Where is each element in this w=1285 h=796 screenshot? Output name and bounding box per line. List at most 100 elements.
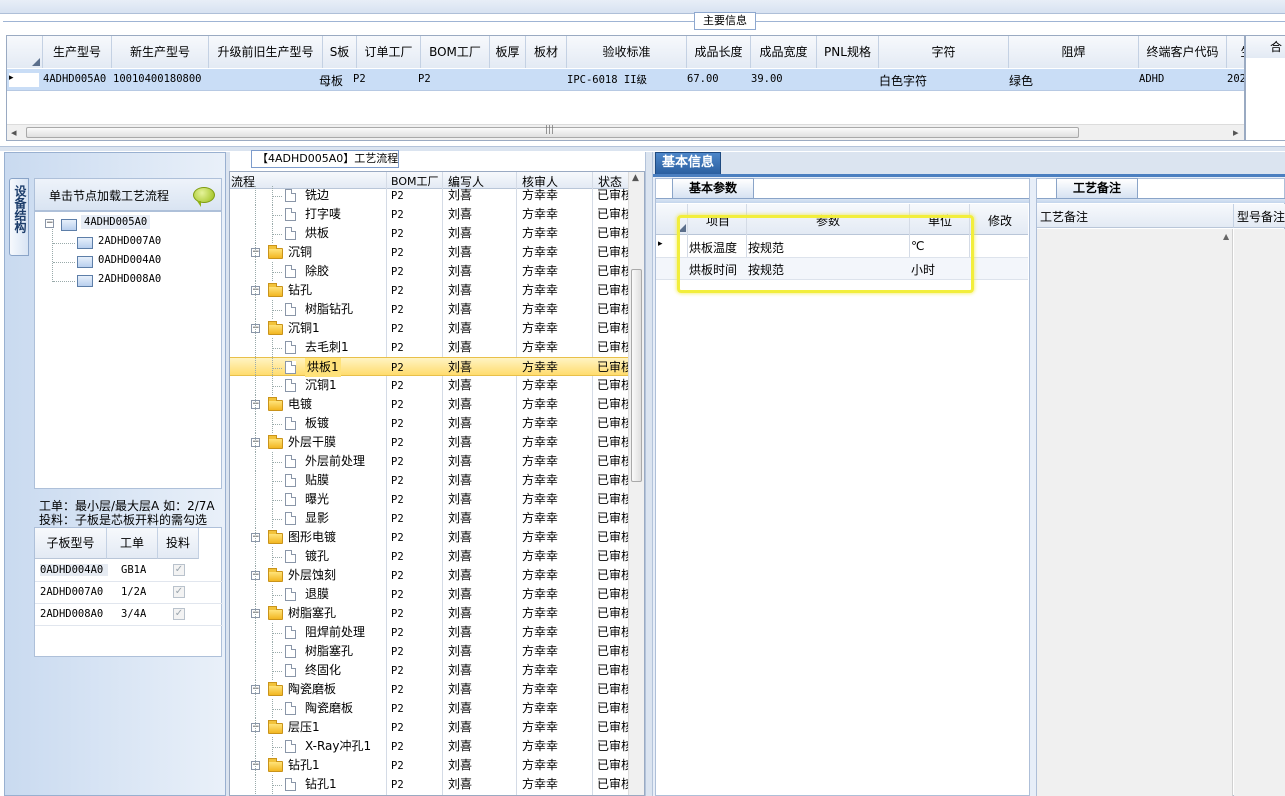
flow-writer[interactable]: 刘喜 <box>448 262 472 281</box>
col-header[interactable]: PNL规格 <box>817 36 879 68</box>
tab-basic-info[interactable]: 基本信息 <box>655 152 721 174</box>
tab-process-remarks[interactable]: 工艺备注 <box>1056 178 1138 198</box>
flow-name[interactable]: 阻焊前处理 <box>305 623 365 642</box>
cell[interactable]: P2 <box>353 73 403 85</box>
flow-bom[interactable]: P2 <box>391 681 404 700</box>
feed-checkbox[interactable]: ✓ <box>173 564 185 576</box>
flow-step-row[interactable]: 外层前处理 P2 刘喜 方幸幸 已审核 <box>230 452 642 471</box>
flow-status[interactable]: 已审核 <box>597 528 628 547</box>
flow-name[interactable]: 树脂塞孔 <box>305 642 353 661</box>
flow-name[interactable]: 层压1 <box>288 718 320 737</box>
flow-step-row[interactable]: 终固化 P2 刘喜 方幸幸 已审核 <box>230 661 642 680</box>
flow-step-row[interactable]: 烘板 P2 刘喜 方幸幸 已审核 <box>230 224 642 243</box>
flow-step-row[interactable]: 曝光 P2 刘喜 方幸幸 已审核 <box>230 490 642 509</box>
flow-bom[interactable]: P2 <box>391 757 404 776</box>
flow-group-row[interactable]: −图形电镀P2刘喜方幸幸已审核 <box>230 528 642 547</box>
flow-reviewer[interactable]: 方幸幸 <box>522 433 558 452</box>
col-header[interactable]: 工艺备注 <box>1040 208 1088 225</box>
flow-step-row[interactable]: 树脂塞孔 P2 刘喜 方幸幸 已审核 <box>230 642 642 661</box>
flow-reviewer[interactable]: 方幸幸 <box>522 262 558 281</box>
tree-collapse-icon[interactable]: − <box>45 219 54 228</box>
flow-bom[interactable]: P2 <box>391 434 404 453</box>
flow-group-row[interactable]: −钻孔P2刘喜方幸幸已审核 <box>230 281 642 300</box>
flow-step-row[interactable]: 打字唛 P2 刘喜 方幸幸 已审核 <box>230 205 642 224</box>
flow-group-row[interactable]: −陶瓷磨板P2刘喜方幸幸已审核 <box>230 680 642 699</box>
cell[interactable]: P2 <box>418 73 468 85</box>
flow-step-row[interactable]: 除胶 P2 刘喜 方幸幸 已审核 <box>230 262 642 281</box>
flow-bom[interactable]: P2 <box>391 339 404 358</box>
flow-writer[interactable]: 刘喜 <box>448 186 472 205</box>
flow-name[interactable]: 去毛刺1 <box>305 338 349 357</box>
flow-step-row[interactable]: 沉铜1 P2 刘喜 方幸幸 已审核 <box>230 376 642 395</box>
flow-bom[interactable]: P2 <box>391 301 404 320</box>
flow-group-row[interactable]: −外层蚀刻P2刘喜方幸幸已审核 <box>230 566 642 585</box>
flow-reviewer[interactable]: 方幸幸 <box>522 376 558 395</box>
flow-status[interactable]: 已审核 <box>597 680 628 699</box>
flow-writer[interactable]: 刘喜 <box>448 566 472 585</box>
scrollbar-thumb[interactable]: ||| <box>26 125 1079 138</box>
flow-name[interactable]: 外层干膜 <box>288 433 336 452</box>
flow-bom[interactable]: P2 <box>391 738 404 757</box>
flow-writer[interactable]: 刘喜 <box>448 224 472 243</box>
flow-writer[interactable]: 刘喜 <box>448 452 472 471</box>
grid-row-selected[interactable]: ▸ 4ADHD005A0 10010400180800 母板 P2 P2 IPC… <box>7 69 1244 91</box>
flow-status[interactable]: 已审核 <box>597 471 628 490</box>
flow-bom[interactable]: P2 <box>391 377 404 396</box>
flow-reviewer[interactable]: 方幸幸 <box>522 414 558 433</box>
flow-bom[interactable]: P2 <box>391 472 404 491</box>
cell[interactable]: 绿色 <box>1009 72 1139 89</box>
col-header[interactable]: 字符 <box>879 36 1009 68</box>
cell[interactable]: 39.00 <box>751 73 817 85</box>
flow-reviewer[interactable]: 方幸幸 <box>522 471 558 490</box>
flow-writer[interactable]: 刘喜 <box>448 680 472 699</box>
scroll-left-icon[interactable]: ◂ <box>11 126 23 139</box>
flow-writer[interactable]: 刘喜 <box>448 547 472 566</box>
table-row[interactable]: 2ADHD008A0 3/4A ✓ <box>35 604 223 626</box>
col-header[interactable]: 成品长度 <box>687 36 751 68</box>
flow-reviewer[interactable]: 方幸幸 <box>522 186 558 205</box>
flow-step-row[interactable]: 钻孔1 P2 刘喜 方幸幸 已审核 <box>230 775 642 794</box>
vertical-splitter[interactable] <box>645 152 653 796</box>
flow-status[interactable]: 已审核 <box>597 642 628 661</box>
flow-writer[interactable]: 刘喜 <box>448 756 472 775</box>
flow-name[interactable]: 除胶 <box>305 262 329 281</box>
flow-name[interactable]: 树脂塞孔 <box>288 604 336 623</box>
col-header[interactable]: 子板型号 <box>35 528 107 559</box>
flow-status[interactable]: 已审核 <box>597 718 628 737</box>
flow-status[interactable]: 已审核 <box>597 585 628 604</box>
flow-writer[interactable]: 刘喜 <box>448 414 472 433</box>
model-remarks-textarea[interactable] <box>1234 229 1285 796</box>
flow-status[interactable]: 已审核 <box>597 376 628 395</box>
scroll-right-icon[interactable]: ▸ <box>1233 126 1244 139</box>
flow-step-row[interactable]: 铣边 P2 刘喜 方幸幸 已审核 <box>230 186 642 205</box>
flow-writer[interactable]: 刘喜 <box>448 699 472 718</box>
flow-writer[interactable]: 刘喜 <box>448 281 472 300</box>
col-header[interactable]: 验收标准 <box>567 36 687 68</box>
flow-reviewer[interactable]: 方幸幸 <box>522 205 558 224</box>
col-header[interactable]: 订单工厂 <box>357 36 421 68</box>
flow-reviewer[interactable]: 方幸幸 <box>522 547 558 566</box>
col-header[interactable]: 升级前旧生产型号 <box>209 36 323 68</box>
flow-status[interactable]: 已审核 <box>597 358 628 377</box>
col-header[interactable]: 阻焊 <box>1009 36 1139 68</box>
col-header[interactable]: 新生产型号 <box>112 36 209 68</box>
flow-status[interactable]: 已审核 <box>597 604 628 623</box>
flow-group-row[interactable]: −外层干膜P2刘喜方幸幸已审核 <box>230 433 642 452</box>
remarks-textarea[interactable]: ▲ <box>1037 229 1233 796</box>
flow-bom[interactable]: P2 <box>391 491 404 510</box>
flow-name[interactable]: 沉铜1 <box>288 319 320 338</box>
flow-status[interactable]: 已审核 <box>597 281 628 300</box>
cell[interactable]: 3/4A <box>121 608 146 620</box>
flow-status[interactable]: 已审核 <box>597 737 628 756</box>
flow-writer[interactable]: 刘喜 <box>448 205 472 224</box>
flow-status[interactable]: 已审核 <box>597 547 628 566</box>
flow-name[interactable]: 打字唛 <box>305 205 341 224</box>
flow-writer[interactable]: 刘喜 <box>448 509 472 528</box>
flow-status[interactable]: 已审核 <box>597 699 628 718</box>
flow-reviewer[interactable]: 方幸幸 <box>522 319 558 338</box>
comment-bubble-icon[interactable] <box>193 187 215 207</box>
flow-name[interactable]: 陶瓷磨板 <box>305 699 353 718</box>
flow-reviewer[interactable]: 方幸幸 <box>522 300 558 319</box>
flow-bom[interactable]: P2 <box>391 605 404 624</box>
col-header[interactable]: 生产型号 <box>43 36 112 68</box>
